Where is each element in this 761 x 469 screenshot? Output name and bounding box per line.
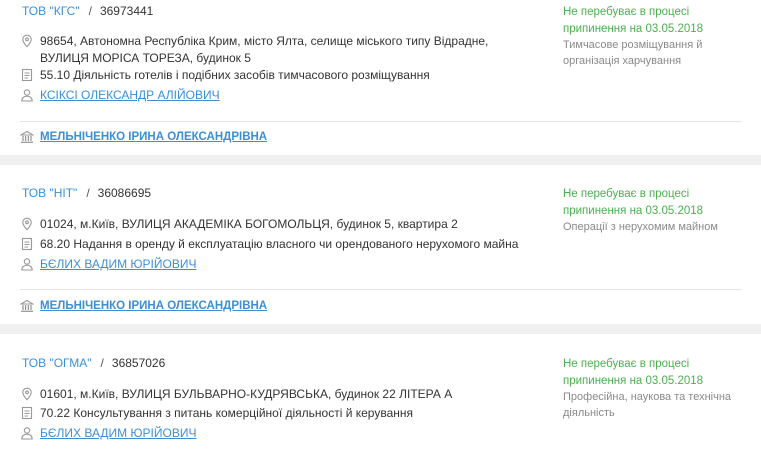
- company-code: 36973441: [99, 4, 154, 18]
- company-code: 36857026: [111, 356, 166, 370]
- director-link[interactable]: БЄЛИХ ВАДИМ ЮРІЙОВИЧ: [40, 425, 196, 442]
- address-text: 01024, м.Київ, ВУЛИЦЯ АКАДЕМІКА БОГОМОЛЬ…: [40, 217, 458, 231]
- address-line: 98654, Автономна Республіка Крим, місто …: [40, 34, 489, 48]
- address-text: 98654, Автономна Республіка Крим, місто …: [40, 33, 488, 67]
- company-name-link[interactable]: ТОВ "ОГМА": [22, 356, 92, 370]
- divider: [20, 121, 742, 122]
- separator: /: [86, 186, 90, 200]
- activity-text: Операції з нерухомим майном: [563, 219, 743, 235]
- company-code: 36086695: [97, 186, 152, 200]
- activity-line: Професійна, наукова та технічна: [563, 391, 732, 403]
- separator: /: [100, 356, 104, 370]
- status-line: припинення на 03.05.2018: [563, 23, 704, 35]
- status-text: Не перебуває в процесі припинення на 03.…: [563, 356, 703, 390]
- company-header: ТОВ "НІТ" / 36086695: [22, 186, 151, 200]
- status-line: Не перебуває в процесі: [563, 188, 690, 200]
- activity-text: Тимчасове розміщування й організація хар…: [563, 37, 743, 69]
- person-icon: [21, 89, 33, 102]
- director-link[interactable]: БЄЛИХ ВАДИМ ЮРІЙОВИЧ: [40, 256, 196, 273]
- company-name-link[interactable]: ТОВ "КГС": [22, 4, 80, 18]
- company-header: ТОВ "КГС" / 36973441: [22, 4, 153, 18]
- card-separator: [0, 155, 761, 165]
- kved-text: 55.10 Діяльність готелів і подібних засо…: [40, 68, 430, 82]
- status-text: Не перебуває в процесі припинення на 03.…: [563, 4, 703, 38]
- activity-line: діяльність: [563, 407, 615, 419]
- document-icon: [21, 68, 33, 82]
- activity-line: Тимчасове розміщування й: [563, 39, 703, 51]
- card-separator: [0, 324, 761, 334]
- company-name-link[interactable]: ТОВ "НІТ": [22, 186, 77, 200]
- bank-icon: [20, 299, 34, 312]
- status-line: припинення на 03.05.2018: [563, 375, 704, 387]
- company-header: ТОВ "ОГМА" / 36857026: [22, 356, 165, 370]
- status-line: припинення на 03.05.2018: [563, 205, 704, 217]
- location-pin-icon: [22, 217, 32, 231]
- status-text: Не перебуває в процесі припинення на 03.…: [563, 186, 703, 220]
- location-pin-icon: [22, 387, 32, 401]
- address-text: 01601, м.Київ, ВУЛИЦЯ БУЛЬВАРНО-КУДРЯВСЬ…: [40, 387, 453, 401]
- document-icon: [21, 406, 33, 420]
- activity-line: Операції з нерухомим майном: [563, 221, 718, 233]
- director-link[interactable]: КСІКСІ ОЛЕКСАНДР АЛІЙОВИЧ: [40, 87, 220, 104]
- registrar-link[interactable]: МЕЛЬНІЧЕНКО ІРИНА ОЛЕКСАНДРІВНА: [40, 300, 267, 312]
- status-line: Не перебуває в процесі: [563, 358, 690, 370]
- person-icon: [21, 427, 33, 440]
- activity-text: Професійна, наукова та технічна діяльніс…: [563, 389, 743, 421]
- address-line: ВУЛИЦЯ МОРІСА ТОРЕЗА, будинок 5: [40, 51, 251, 65]
- status-line: Не перебуває в процесі: [563, 6, 690, 18]
- document-icon: [21, 237, 33, 251]
- kved-text: 70.22 Консультування з питань комерційно…: [40, 406, 414, 420]
- location-pin-icon: [22, 34, 32, 48]
- activity-line: організація харчування: [563, 55, 682, 67]
- divider: [20, 289, 742, 290]
- kved-text: 68.20 Надання в оренду й експлуатацію вл…: [40, 237, 519, 251]
- person-icon: [21, 258, 33, 271]
- bank-icon: [20, 130, 34, 143]
- registrar-link[interactable]: МЕЛЬНІЧЕНКО ІРИНА ОЛЕКСАНДРІВНА: [40, 131, 267, 143]
- separator: /: [88, 4, 92, 18]
